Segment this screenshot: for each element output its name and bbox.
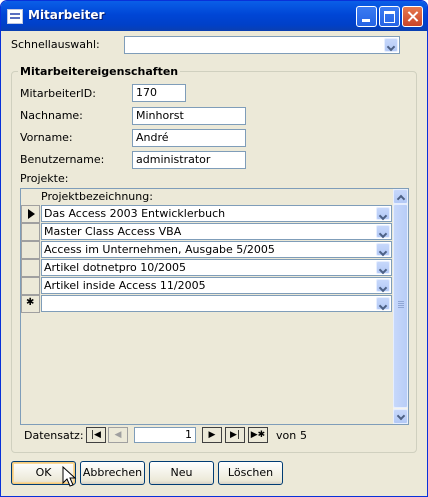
project-name: Artikel inside Access 11/2005 xyxy=(44,279,206,292)
previous-record-button[interactable]: ◀ xyxy=(108,427,128,443)
title-bar[interactable]: Mitarbeiter xyxy=(1,1,427,31)
last-name-label: Nachname: xyxy=(20,109,83,122)
last-record-button[interactable]: ▶| xyxy=(225,427,245,443)
new-record-row[interactable] xyxy=(41,295,392,312)
new-record-selector[interactable] xyxy=(21,295,40,313)
chevron-down-icon[interactable] xyxy=(384,38,398,52)
grid-header: Projektbezeichnung: xyxy=(21,189,395,205)
new-record-button[interactable]: ▶✱ xyxy=(248,427,268,443)
row-selector[interactable] xyxy=(21,223,40,241)
project-name: Das Access 2003 Entwicklerbuch xyxy=(44,207,226,220)
record-navigation-bar: Datensatz: |◀ ◀ 1 ▶ ▶| ▶✱ von 5 xyxy=(20,425,409,445)
next-record-button[interactable]: ▶ xyxy=(202,427,222,443)
chevron-down-icon[interactable] xyxy=(376,207,390,220)
projects-label: Projekte: xyxy=(20,172,69,185)
table-row[interactable]: Master Class Access VBA xyxy=(41,223,392,240)
scroll-up-button[interactable] xyxy=(393,189,408,204)
grip-icon xyxy=(398,301,404,302)
first-record-button[interactable]: |◀ xyxy=(86,427,106,443)
of-label: von xyxy=(276,429,297,442)
table-row[interactable]: Das Access 2003 Entwicklerbuch xyxy=(41,205,392,222)
chevron-down-icon[interactable] xyxy=(376,279,390,292)
row-selector[interactable] xyxy=(21,241,40,259)
first-name-label: Vorname: xyxy=(20,131,73,144)
column-header-project: Projektbezeichnung: xyxy=(41,190,153,203)
last-name-field[interactable]: Minhorst xyxy=(132,107,246,125)
delete-button[interactable]: Löschen xyxy=(218,461,283,485)
project-name: Artikel dotnetpro 10/2005 xyxy=(44,261,186,274)
window-title: Mitarbeiter xyxy=(28,8,105,22)
close-button[interactable] xyxy=(402,6,423,27)
vertical-scrollbar[interactable] xyxy=(393,189,408,424)
table-row[interactable]: Access im Unternehmen, Ausgabe 5/2005 xyxy=(41,241,392,258)
new-button[interactable]: Neu xyxy=(149,461,214,485)
quick-select-combo[interactable] xyxy=(124,36,400,54)
projects-subform[interactable]: Projektbezeichnung: Das Access 2003 Entw… xyxy=(20,188,409,425)
employee-id-label: MitarbeiterID: xyxy=(20,87,96,100)
table-row[interactable]: Artikel inside Access 11/2005 xyxy=(41,277,392,294)
table-row[interactable]: Artikel dotnetpro 10/2005 xyxy=(41,259,392,276)
project-name: Access im Unternehmen, Ausgabe 5/2005 xyxy=(44,243,275,256)
row-selector-current[interactable] xyxy=(21,205,40,223)
scroll-down-button[interactable] xyxy=(393,409,408,424)
record-label: Datensatz: xyxy=(24,429,84,442)
chevron-down-icon[interactable] xyxy=(376,225,390,238)
chevron-down-icon[interactable] xyxy=(376,297,390,310)
project-name: Master Class Access VBA xyxy=(44,225,182,238)
row-selector[interactable] xyxy=(21,259,40,277)
chevron-down-icon[interactable] xyxy=(376,243,390,256)
minimize-button[interactable] xyxy=(356,6,377,27)
username-label: Benutzername: xyxy=(20,153,105,166)
employee-id-field[interactable]: 170 xyxy=(132,84,186,102)
maximize-button[interactable] xyxy=(379,6,400,27)
mitarbeiter-window: Mitarbeiter Schnellauswahl: Mitarbeitere… xyxy=(0,0,428,497)
first-name-field[interactable]: André xyxy=(132,129,246,147)
current-record-field[interactable]: 1 xyxy=(134,427,196,443)
form-icon[interactable] xyxy=(7,9,23,24)
cancel-button[interactable]: Abbrechen xyxy=(80,461,145,485)
username-field[interactable]: administrator xyxy=(132,151,246,169)
row-selector[interactable] xyxy=(21,277,40,295)
record-total: 5 xyxy=(300,429,307,442)
group-title: Mitarbeitereigenschaften xyxy=(18,65,181,78)
mouse-cursor-icon xyxy=(62,466,77,487)
chevron-down-icon[interactable] xyxy=(376,261,390,274)
quick-select-label: Schnellauswahl: xyxy=(11,38,100,51)
scroll-thumb[interactable] xyxy=(393,204,408,408)
